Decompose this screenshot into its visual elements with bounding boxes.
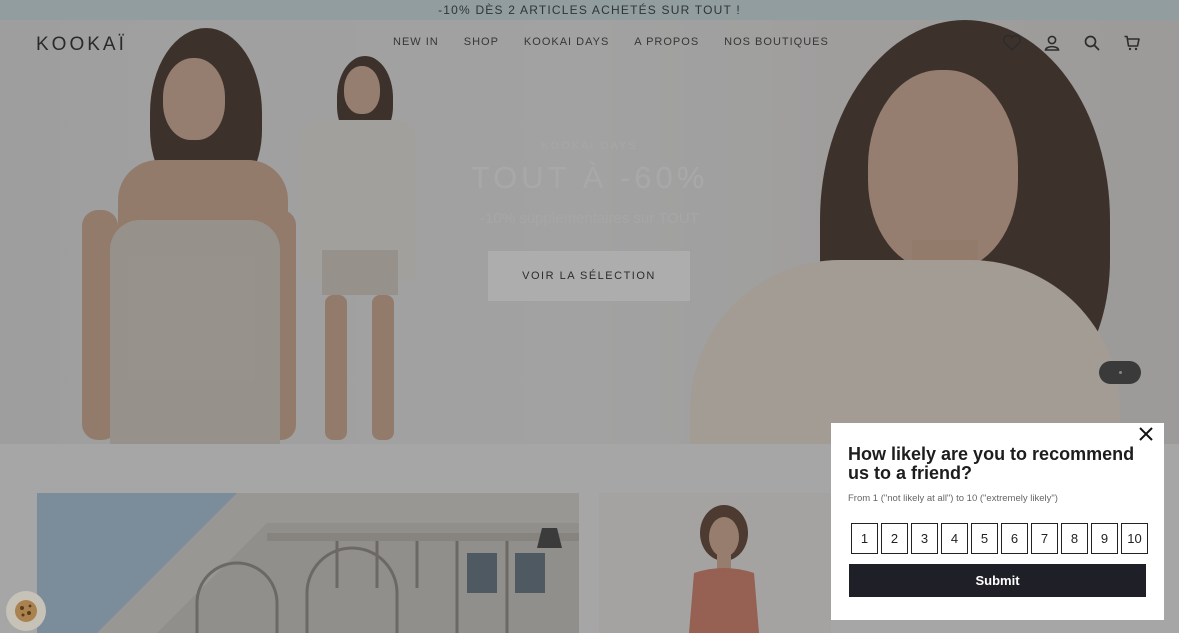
submit-button[interactable]: Submit — [849, 564, 1146, 597]
close-icon[interactable] — [1137, 425, 1155, 443]
rating-scale: 1 2 3 4 5 6 7 8 9 10 — [851, 523, 1148, 554]
rating-option-3[interactable]: 3 — [911, 523, 938, 554]
rating-option-1[interactable]: 1 — [851, 523, 878, 554]
rating-option-8[interactable]: 8 — [1061, 523, 1088, 554]
rating-option-2[interactable]: 2 — [881, 523, 908, 554]
rating-option-4[interactable]: 4 — [941, 523, 968, 554]
rating-option-9[interactable]: 9 — [1091, 523, 1118, 554]
cookie-settings-icon[interactable] — [6, 591, 46, 631]
rating-option-6[interactable]: 6 — [1001, 523, 1028, 554]
survey-question: How likely are you to recommend us to a … — [848, 444, 1135, 483]
nps-survey-dialog: How likely are you to recommend us to a … — [831, 423, 1164, 620]
rating-option-7[interactable]: 7 — [1031, 523, 1058, 554]
survey-hint: From 1 ("not likely at all") to 10 ("ext… — [848, 493, 1058, 504]
rating-option-5[interactable]: 5 — [971, 523, 998, 554]
rating-option-10[interactable]: 10 — [1121, 523, 1148, 554]
